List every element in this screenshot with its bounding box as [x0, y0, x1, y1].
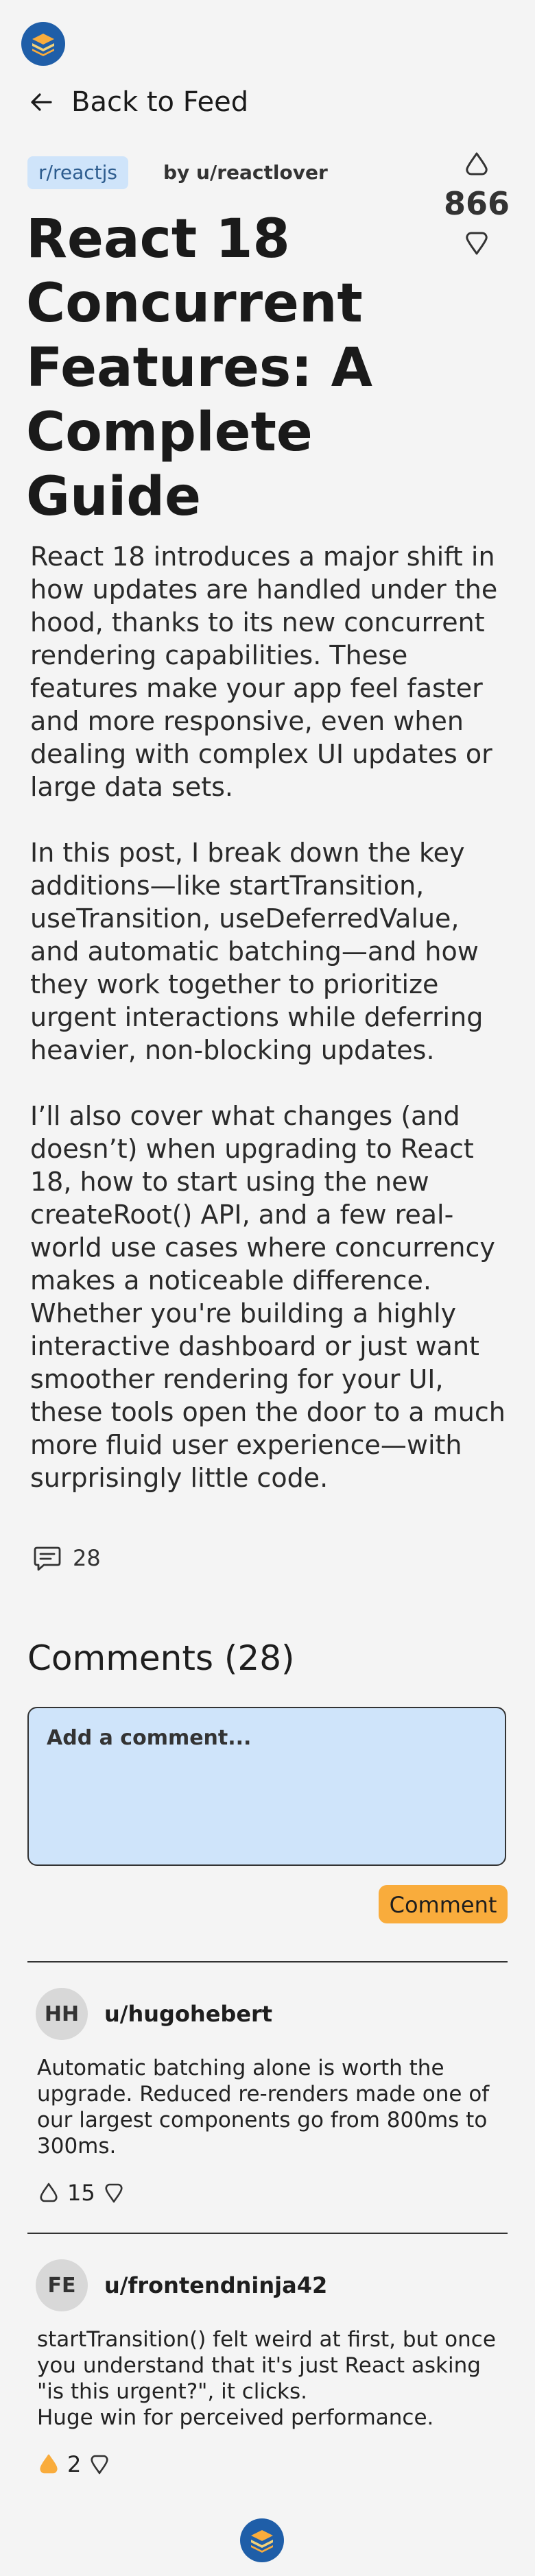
- post-author[interactable]: by u/reactlover: [163, 158, 328, 188]
- subreddit-tag[interactable]: r/reactjs: [27, 156, 128, 189]
- comment-vote-count: 15: [67, 2180, 95, 2206]
- upvote-filled-icon[interactable]: [37, 2453, 60, 2476]
- back-label: Back to Feed: [71, 86, 249, 118]
- comment-bubble-icon: [34, 1546, 61, 1571]
- layers-logo-icon: [251, 2530, 273, 2553]
- comment-submit-button[interactable]: Comment: [379, 1885, 508, 1923]
- downvote-icon[interactable]: [88, 2453, 111, 2476]
- divider: [27, 1961, 508, 1963]
- comments-heading: Comments (28): [27, 1638, 295, 1678]
- post-vote-widget: 866: [443, 149, 510, 258]
- comment-username[interactable]: u/hugohebert: [104, 2001, 272, 2027]
- downvote-icon[interactable]: [462, 228, 492, 258]
- divider: [27, 2233, 508, 2234]
- arrow-left-icon: [31, 93, 52, 111]
- post-paragraph: I’ll also cover what changes (and doesn’…: [30, 1101, 506, 1493]
- comment-username[interactable]: u/frontendninja42: [104, 2272, 327, 2298]
- post-vote-count: 866: [443, 185, 510, 222]
- post-paragraph: React 18 introduces a major shift in how…: [30, 542, 498, 802]
- avatar[interactable]: FE: [36, 2259, 88, 2311]
- back-to-feed-link[interactable]: Back to Feed: [27, 85, 248, 119]
- downvote-icon[interactable]: [102, 2181, 126, 2204]
- post-paragraph: In this post, I break down the key addit…: [30, 838, 484, 1065]
- app-logo-bottom[interactable]: [240, 2518, 284, 2562]
- comment-count-button[interactable]: 28: [32, 1542, 101, 1574]
- post-title: React 18 Concurrent Features: A Complete…: [26, 208, 372, 528]
- layers-logo-icon: [32, 34, 54, 56]
- comment-header: FE u/frontendninja42: [36, 2259, 327, 2311]
- post-body: React 18 introduces a major shift in how…: [30, 540, 510, 1527]
- comment-vote: 15: [37, 2180, 126, 2206]
- comment-text: startTransition() felt weird at first, b…: [37, 2327, 496, 2430]
- comment-input[interactable]: Add a comment...: [27, 1707, 506, 1866]
- upvote-icon[interactable]: [462, 149, 492, 180]
- comment-text: Automatic batching alone is worth the up…: [37, 2056, 490, 2159]
- comment-vote-count: 2: [67, 2451, 82, 2477]
- avatar[interactable]: HH: [36, 1988, 88, 2040]
- comment-header: HH u/hugohebert: [36, 1988, 272, 2040]
- comment-count: 28: [73, 1545, 101, 1571]
- comment-vote: 2: [37, 2451, 111, 2477]
- upvote-icon[interactable]: [37, 2181, 60, 2204]
- app-logo[interactable]: [21, 22, 65, 66]
- comment-input-placeholder: Add a comment...: [47, 1726, 252, 1750]
